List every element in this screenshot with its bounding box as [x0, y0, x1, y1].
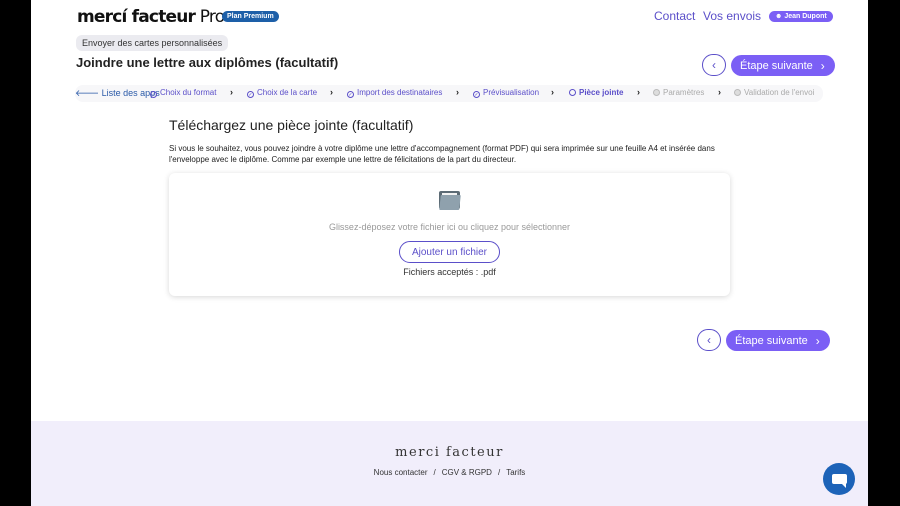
upload-description: Si vous le souhaitez, vous pouvez joindr… — [169, 144, 715, 164]
step-separator-chevron-icon: › — [330, 87, 333, 97]
check-circle-icon: ✓ — [473, 91, 480, 98]
previous-step-button[interactable]: ‹ — [702, 54, 726, 76]
upload-title: Téléchargez une pièce jointe (facultatif… — [169, 117, 414, 133]
footer-links: Nous contacter / CGV & RGPD / Tarifs — [31, 468, 868, 477]
step-label: Choix de la carte — [257, 88, 318, 97]
footer-logo: merci facteur — [395, 445, 504, 460]
logo-suffix: Pro — [195, 7, 225, 27]
step-label: Prévisualisation — [483, 88, 540, 97]
footer-link-cgv[interactable]: CGV & RGPD — [442, 468, 492, 477]
page: mercí facteur Pro Plan Premium Contact V… — [31, 0, 868, 506]
chat-button[interactable] — [823, 463, 855, 495]
step-choix-carte[interactable]: ✓ Choix de la carte — [247, 88, 317, 98]
next-step-button-top[interactable]: Étape suivante › — [731, 55, 835, 76]
chevron-right-icon: › — [820, 58, 825, 73]
chat-bubble-icon — [831, 474, 847, 488]
step-label: Validation de l'envoi — [744, 88, 815, 97]
context-tag: Envoyer des cartes personnalisées — [76, 35, 229, 51]
user-name: Jean Dupont — [784, 13, 827, 20]
step-label: Paramètres — [663, 88, 705, 97]
logo-main: mercí facteur — [77, 7, 196, 27]
chevron-left-icon: ‹ — [707, 333, 711, 347]
file-dropzone[interactable]: Glissez-déposez votre fichier ici ou cli… — [169, 173, 730, 296]
back-to-apps-link[interactable]: 🡐 Liste des apps — [75, 88, 160, 99]
step-parametres: Paramètres — [653, 88, 704, 97]
arrow-left-icon: 🡐 — [75, 88, 100, 98]
footer-link-tarifs[interactable]: Tarifs — [506, 468, 525, 477]
step-label: Choix du format — [160, 88, 217, 97]
nav-contact-link[interactable]: Contact — [654, 9, 695, 23]
step-separator-chevron-icon: › — [637, 87, 640, 97]
folder-icon — [439, 191, 461, 211]
step-import-destinataires[interactable]: ✓ Import des destinataires — [347, 88, 442, 98]
check-circle-icon: ✓ — [150, 91, 157, 98]
footer-separator: / — [497, 468, 501, 477]
previous-step-button-bottom[interactable]: ‹ — [697, 329, 721, 351]
circle-icon — [653, 89, 660, 96]
step-separator-chevron-icon: › — [551, 87, 554, 97]
circle-icon — [569, 89, 576, 96]
step-previsualisation[interactable]: ✓ Prévisualisation — [473, 88, 539, 98]
footer-separator: / — [433, 468, 436, 477]
step-validation: Validation de l'envoi — [734, 88, 814, 97]
step-separator-chevron-icon: › — [456, 87, 459, 97]
step-label: Pièce jointe — [579, 88, 624, 97]
step-piece-jointe[interactable]: Pièce jointe — [569, 88, 623, 97]
circle-icon — [734, 89, 741, 96]
check-circle-icon: ✓ — [347, 91, 354, 98]
nav-envois-link[interactable]: Vos envois — [703, 9, 761, 23]
step-choix-format[interactable]: ✓ Choix du format — [150, 88, 216, 98]
step-separator-chevron-icon: › — [230, 87, 233, 97]
page-title: Joindre une lettre aux diplômes (faculta… — [76, 55, 339, 70]
drop-hint: Glissez-déposez votre fichier ici ou cli… — [328, 222, 571, 232]
check-circle-icon: ✓ — [247, 91, 254, 98]
footer: merci facteur Nous contacter / CGV & RGPD /… — [31, 421, 868, 506]
accepted-formats: Fichiers acceptés : .pdf — [403, 267, 496, 277]
chevron-left-icon: ‹ — [712, 58, 716, 72]
footer-link-contact[interactable]: Nous contacter — [374, 468, 428, 477]
next-step-label: Étape suivante — [740, 59, 813, 72]
chevron-right-icon: › — [815, 333, 820, 348]
add-file-button[interactable]: Ajouter un fichier — [399, 241, 500, 263]
next-step-label: Étape suivante — [735, 334, 808, 347]
plan-badge: Plan Premium — [222, 11, 279, 22]
step-separator-chevron-icon: › — [718, 87, 721, 97]
logo[interactable]: mercí facteur Pro — [77, 7, 225, 27]
user-badge[interactable]: ☻ Jean Dupont — [769, 11, 833, 22]
next-step-button-bottom[interactable]: Étape suivante › — [726, 330, 830, 351]
step-label: Import des destinataires — [357, 88, 443, 97]
